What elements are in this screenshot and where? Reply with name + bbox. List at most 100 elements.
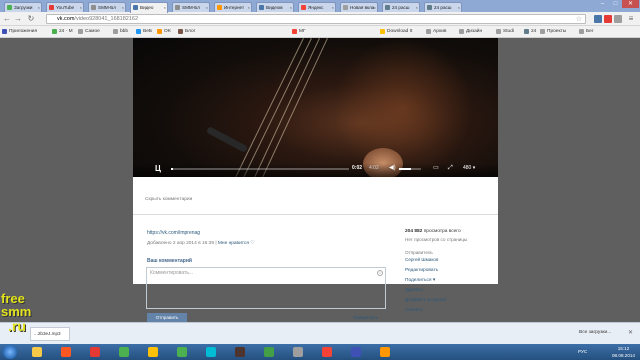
taskbar-app-icon[interactable]: [119, 347, 129, 357]
browser-toolbar: ← → ↻ vk.com/video928041_168182162 ☆ ≡: [0, 12, 640, 26]
browser-tab[interactable]: SMM-Бл ×: [172, 2, 210, 12]
taskbar-app-icon[interactable]: [32, 347, 42, 357]
extension-icon[interactable]: [614, 15, 622, 23]
like-link[interactable]: Мне нравится ♡: [218, 241, 255, 246]
forward-button[interactable]: →: [13, 14, 23, 24]
show-all-downloads[interactable]: Все загрузки...: [579, 330, 611, 335]
taskbar-app-icon[interactable]: [264, 347, 274, 357]
post-link[interactable]: https://vk.com/imprenag: [147, 230, 200, 236]
tab-favicon-icon: [49, 5, 54, 10]
bookmark-item[interactable]: Блог: [178, 27, 195, 37]
bookmark-label: ВеБ: [143, 29, 153, 34]
video-action-link[interactable]: Редактировать: [405, 268, 438, 273]
minimize-button[interactable]: –: [596, 0, 609, 8]
clock[interactable]: 15:12 08.08.2014: [612, 345, 635, 359]
video-action-link[interactable]: Поделиться ▾: [405, 278, 435, 283]
hide-comments-link[interactable]: Скрыть комментарии: [145, 197, 192, 202]
taskbar-app-icon[interactable]: [380, 347, 390, 357]
bookmark-item[interactable]: Самое: [78, 27, 100, 37]
browser-tab[interactable]: 24 расш ×: [424, 2, 462, 12]
browser-tab[interactable]: SMM-Бл ×: [88, 2, 126, 12]
quality-selector[interactable]: 480 ▾: [463, 164, 475, 173]
bookmark-label: bbb: [120, 29, 129, 34]
freesmm-logo: free smm .ru: [0, 292, 38, 338]
bookmark-star-icon[interactable]: ☆: [576, 15, 582, 24]
volume-slider[interactable]: [399, 168, 421, 170]
comment-input[interactable]: Комментировать... ☺: [146, 267, 386, 309]
attach-link[interactable]: Прикрепить: [353, 315, 378, 320]
browser-tab[interactable]: Загрузки ×: [4, 2, 42, 12]
extension-icon[interactable]: [604, 15, 612, 23]
taskbar-app-icon[interactable]: [148, 347, 158, 357]
browser-tab[interactable]: Видео ×: [130, 2, 168, 13]
tab-close-icon[interactable]: ×: [206, 3, 208, 12]
close-window-button[interactable]: ✕: [622, 0, 639, 8]
browser-tab[interactable]: Видеом ×: [256, 2, 294, 12]
video-action-link[interactable]: Скачать: [405, 308, 423, 313]
tab-close-icon[interactable]: ×: [332, 3, 334, 12]
bookmark-item[interactable]: МГ: [292, 27, 306, 37]
browser-tab[interactable]: Интернет ×: [214, 2, 252, 12]
bookmark-item[interactable]: Дизайн: [459, 27, 482, 37]
progress-bar[interactable]: [171, 168, 349, 170]
taskbar-app-icon[interactable]: [177, 347, 187, 357]
browser-tab[interactable]: Яндекс ×: [298, 2, 336, 12]
bookmark-item[interactable]: Приложения: [2, 27, 37, 37]
video-action-link[interactable]: Удалить: [405, 288, 423, 293]
bookmark-item[interactable]: 24 · М: [52, 27, 73, 37]
bookmark-item[interactable]: Бег: [579, 27, 594, 37]
bookmark-label: 24 · М: [59, 29, 73, 34]
menu-icon[interactable]: ≡: [626, 14, 636, 24]
sender-link[interactable]: Сергей Шмаков: [405, 257, 438, 262]
bookmark-favicon-icon: [157, 29, 162, 34]
download-shelf: ...2b3eJ.mp3 Все загрузки... ✕: [0, 322, 640, 344]
tab-close-icon[interactable]: ×: [290, 3, 292, 12]
tab-close-icon[interactable]: ×: [248, 3, 250, 12]
language-indicator[interactable]: РУС: [578, 344, 587, 360]
browser-tab[interactable]: Новая вкла ×: [340, 2, 378, 12]
miniplayer-icon[interactable]: ▭: [433, 164, 439, 173]
bookmark-label: Архив: [433, 29, 447, 34]
bookmark-item[interactable]: 24: [524, 27, 536, 37]
extension-icon[interactable]: [594, 15, 602, 23]
tab-close-icon[interactable]: ×: [164, 3, 166, 12]
bookmark-item[interactable]: Архив: [426, 27, 446, 37]
browser-tab[interactable]: 24 расш ×: [382, 2, 420, 12]
bookmark-item[interactable]: OK: [157, 27, 171, 37]
tab-close-icon[interactable]: ×: [416, 3, 418, 12]
volume-fill: [399, 168, 412, 170]
browser-tab[interactable]: YouTube ×: [46, 2, 84, 12]
back-button[interactable]: ←: [2, 14, 12, 24]
bookmark-item[interactable]: ВеБ: [136, 27, 152, 37]
start-button[interactable]: [3, 345, 17, 359]
taskbar-app-icon[interactable]: [322, 347, 332, 357]
taskbar-app-icon[interactable]: [61, 347, 71, 357]
smile-icon[interactable]: ☺: [377, 270, 383, 276]
taskbar-app-icon[interactable]: [235, 347, 245, 357]
video-action-link[interactable]: Добавить в группа: [405, 298, 446, 303]
tab-close-icon[interactable]: ×: [374, 3, 376, 12]
bookmark-favicon-icon: [136, 29, 141, 34]
taskbar-app-icon[interactable]: [293, 347, 303, 357]
taskbar-app-icon[interactable]: [206, 347, 216, 357]
tab-close-icon[interactable]: ×: [80, 3, 82, 12]
bookmark-item[interactable]: bbb: [113, 27, 128, 37]
bookmark-item[interactable]: Проекты: [540, 27, 566, 37]
tab-close-icon[interactable]: ×: [38, 3, 40, 12]
close-shelf-icon[interactable]: ✕: [628, 329, 633, 336]
fullscreen-icon[interactable]: ⤢: [448, 164, 453, 173]
comment-heading: Ваш комментарий: [147, 258, 193, 264]
views-sub: Нет просмотров со страницы: [405, 237, 468, 242]
volume-icon[interactable]: ◀): [389, 165, 396, 172]
maximize-button[interactable]: □: [609, 0, 622, 8]
address-bar[interactable]: vk.com/video928041_168182162 ☆: [46, 14, 586, 24]
send-button[interactable]: Отправить: [147, 313, 187, 322]
reload-button[interactable]: ↻: [26, 14, 36, 24]
bookmark-item[interactable]: Download It: [380, 27, 412, 37]
bookmark-item[interactable]: Studi: [496, 27, 514, 37]
tab-close-icon[interactable]: ×: [458, 3, 460, 12]
taskbar-app-icon[interactable]: [90, 347, 100, 357]
taskbar-app-icon[interactable]: [351, 347, 361, 357]
bookmark-label: Приложения: [9, 29, 38, 34]
tab-close-icon[interactable]: ×: [122, 3, 124, 12]
